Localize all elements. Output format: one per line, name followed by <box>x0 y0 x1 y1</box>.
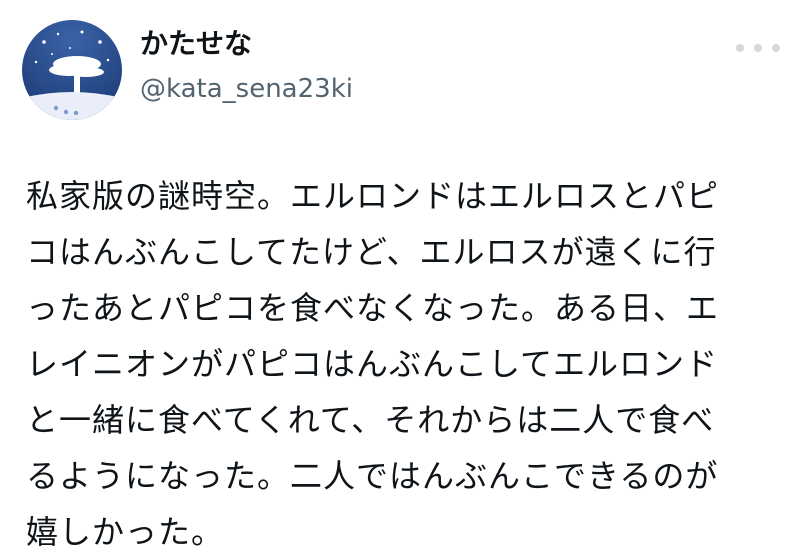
post-text-line: るようになった。二人ではんぶんこできるのが <box>26 457 719 495</box>
post-text-line: レイニオンがパピコはんぶんこしてエルロンド <box>26 345 719 383</box>
more-options-icon <box>736 44 744 52</box>
more-options-icon <box>772 44 780 52</box>
starry-night-tree-avatar-icon <box>22 20 122 120</box>
post-text: 私家版の謎時空。エルロンドはエルロスとパピ コはんぶんこしてたけど、エルロスが遠く… <box>26 168 786 560</box>
post-card: かたせな @kata_sena23ki 私家版の謎時空。エルロンドはエルロスとパ… <box>0 0 800 559</box>
post-text-line: と一緒に食べてくれて、それからは二人で食べ <box>26 401 715 439</box>
post-text-line: ったあとパピコを食べなくなった。ある日、エ <box>26 289 720 327</box>
avatar[interactable] <box>22 20 122 120</box>
more-options-button[interactable] <box>736 36 780 60</box>
post-text-line: 私家版の謎時空。エルロンドはエルロスとパピ <box>26 177 720 215</box>
post-text-line: コはんぶんこしてたけど、エルロスが遠くに行 <box>26 233 717 271</box>
post-text-line: 嬉しかった。 <box>26 513 225 551</box>
author-handle[interactable]: @kata_sena23ki <box>140 72 353 106</box>
author-display-name[interactable]: かたせな <box>140 26 252 62</box>
more-options-icon <box>754 44 762 52</box>
